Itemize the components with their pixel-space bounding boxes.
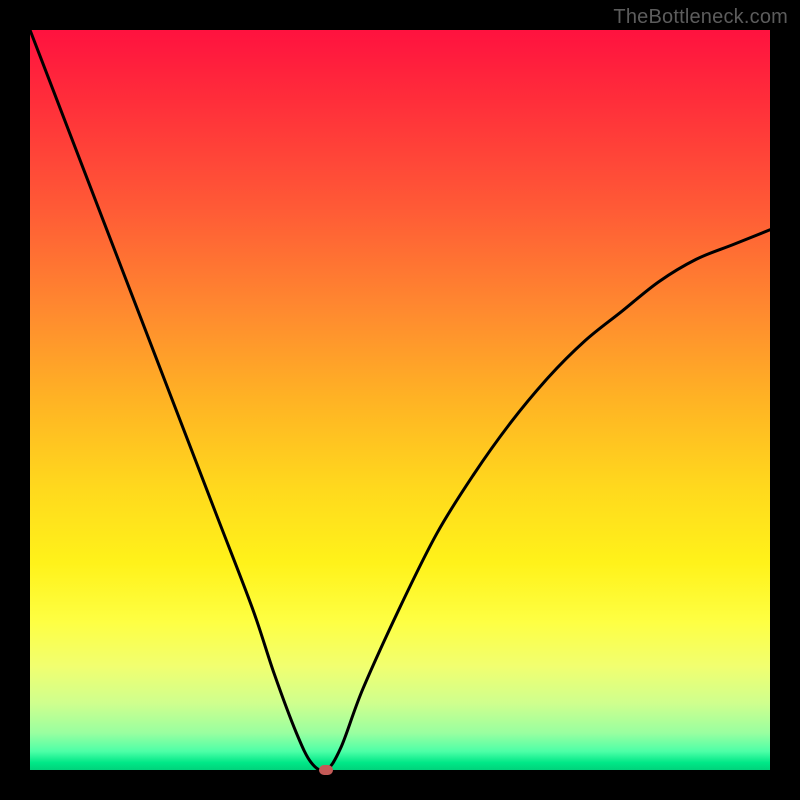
bottleneck-curve	[30, 30, 770, 770]
chart-frame: TheBottleneck.com	[0, 0, 800, 800]
watermark-text: TheBottleneck.com	[613, 6, 788, 29]
optimal-point-marker	[319, 765, 333, 775]
plot-area	[30, 30, 770, 770]
